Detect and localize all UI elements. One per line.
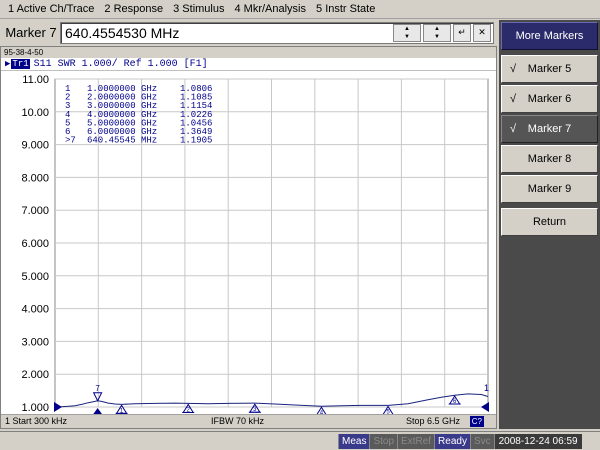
marker-frequency-input[interactable]: 640.4554530 MHz ▲ ▼ ▲ ▼ ↵ ✕ xyxy=(60,21,494,44)
spin-buttons[interactable]: ▲ ▼ xyxy=(393,23,421,42)
marker-table-value: 1.1905 xyxy=(180,136,212,146)
status-bar: Meas Stop ExtRef Ready Svc 2008-12-24 06… xyxy=(0,431,600,450)
status-indicators: Meas Stop ExtRef Ready Svc 2008-12-24 06… xyxy=(338,434,582,449)
marker-table-num: >7 xyxy=(65,136,76,146)
softkey-title-more-markers[interactable]: More Markers xyxy=(501,22,598,50)
softkey-marker-7[interactable]: √ Marker 7 xyxy=(501,115,598,143)
status-datetime: 2008-12-24 06:59 xyxy=(493,434,582,449)
menu-stimulus[interactable]: 3 Stimulus xyxy=(168,3,229,15)
menu-mkr-analysis[interactable]: 4 Mkr/Analysis xyxy=(229,3,311,15)
status-ready: Ready xyxy=(434,434,470,449)
swr-plot[interactable]: 11.00 10.00 9.000 8.000 7.000 6.000 5.000 4.000… xyxy=(1,71,496,414)
softkey-marker-8[interactable]: Marker 8 xyxy=(501,145,598,173)
y-tick-label: 9.000 xyxy=(21,140,49,152)
marker-table-freq: 640.45545 MHz xyxy=(87,136,157,146)
ref-line-label: 1 xyxy=(484,383,489,393)
marker-7-label: 7 xyxy=(95,384,100,393)
spin-up-coarse-icon[interactable]: ▲ xyxy=(434,25,440,33)
softkey-marker-6[interactable]: √ Marker 6 xyxy=(501,85,598,113)
enter-icon[interactable]: ↵ xyxy=(453,23,471,42)
y-tick-label: 5.000 xyxy=(21,271,49,283)
footer-start: 1 Start 300 kHz xyxy=(5,416,68,426)
softkey-panel: More Markers √ Marker 5 √ Marker 6 √ Marker… xyxy=(499,20,600,429)
softkey-marker-5[interactable]: √ Marker 5 xyxy=(501,55,598,83)
y-tick-label: 11.00 xyxy=(22,74,49,86)
y-tick-label: 7.000 xyxy=(21,205,49,217)
y-tick-label: 8.000 xyxy=(21,172,49,184)
chart-window: 95-38-4-50 ▶ Tr1 S11 SWR 1.000/ Ref 1.00… xyxy=(0,46,497,429)
status-extref: ExtRef xyxy=(397,434,435,449)
trace-tag[interactable]: Tr1 xyxy=(11,59,30,69)
menu-bar: 1 Active Ch/Trace 2 Response 3 Stimulus … xyxy=(0,0,600,19)
status-svc: Svc xyxy=(469,434,494,449)
trace-header-text: S11 SWR 1.000/ Ref 1.000 [F1] xyxy=(33,58,208,70)
softkey-return[interactable]: Return xyxy=(501,208,598,236)
check-icon: √ xyxy=(510,123,517,135)
spin-up-icon[interactable]: ▲ xyxy=(404,25,410,33)
spin-down-icon[interactable]: ▼ xyxy=(404,33,410,41)
entry-bar: Marker 7 640.4554530 MHz ▲ ▼ ▲ ▼ ↵ ✕ xyxy=(0,20,497,45)
close-icon[interactable]: ✕ xyxy=(473,23,491,42)
trace-header: ▶ Tr1 S11 SWR 1.000/ Ref 1.000 [F1] xyxy=(1,58,496,71)
spin-down-coarse-icon[interactable]: ▼ xyxy=(434,33,440,41)
menu-active-ch-trace[interactable]: 1 Active Ch/Trace xyxy=(3,3,99,15)
chart-footer: 1 Start 300 kHz IFBW 70 kHz Stop 6.5 GHz… xyxy=(1,414,496,428)
y-tick-label: 3.000 xyxy=(21,336,49,348)
y-tick-label: 10.00 xyxy=(21,107,49,119)
softkey-marker-9[interactable]: Marker 9 xyxy=(501,175,598,203)
entry-label: Marker 7 xyxy=(2,21,60,44)
check-icon: √ xyxy=(510,93,517,105)
check-icon: √ xyxy=(510,63,517,75)
menu-instr-state[interactable]: 5 Instr State xyxy=(311,3,380,15)
menu-response[interactable]: 2 Response xyxy=(99,3,168,15)
footer-ifbw: IFBW 70 kHz xyxy=(211,416,265,426)
y-tick-label: 2.000 xyxy=(21,369,49,381)
y-tick-label: 4.000 xyxy=(21,304,49,316)
footer-cal-badge[interactable]: C? xyxy=(469,416,484,427)
entry-value[interactable]: 640.4554530 MHz xyxy=(61,25,179,41)
chart-titlebar: 95-38-4-50 xyxy=(1,47,496,58)
active-trace-arrow-icon: ▶ xyxy=(5,58,11,69)
y-tick-label: 6.000 xyxy=(21,238,49,250)
spin-buttons-coarse[interactable]: ▲ ▼ xyxy=(423,23,451,42)
status-meas: Meas xyxy=(338,434,370,449)
status-stop: Stop xyxy=(369,434,398,449)
entry-buttons: ▲ ▼ ▲ ▼ ↵ ✕ xyxy=(393,23,491,42)
app-window: 1 Active Ch/Trace 2 Response 3 Stimulus … xyxy=(0,0,600,450)
footer-stop: Stop 6.5 GHz xyxy=(406,416,461,426)
y-tick-label: 1.000 xyxy=(21,402,49,414)
